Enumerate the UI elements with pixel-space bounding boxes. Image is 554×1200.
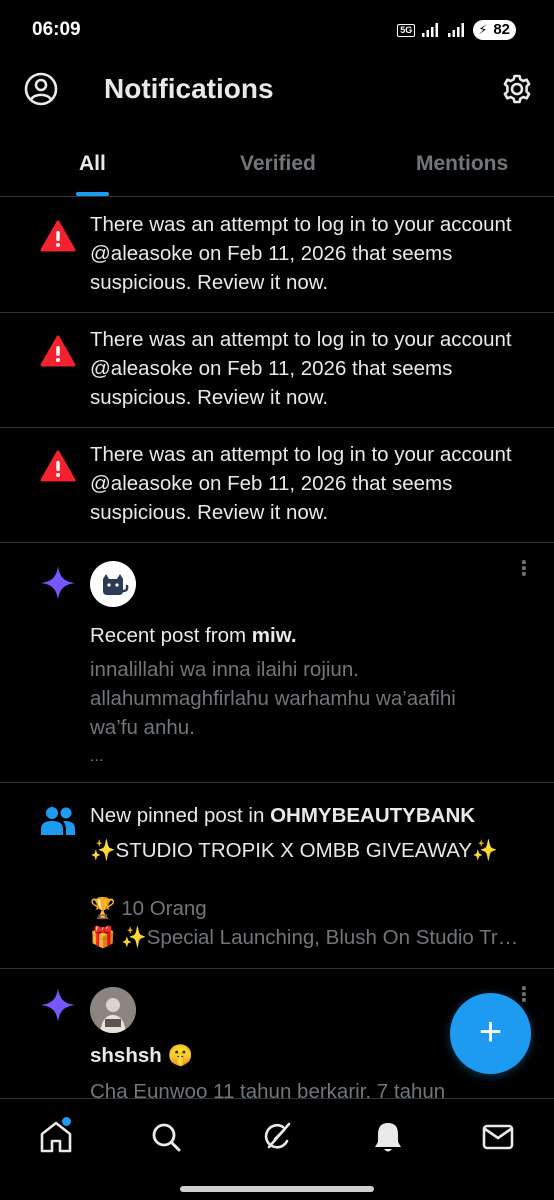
pinned-post-line: 🏆 10 Orang [90,897,207,920]
warning-icon [40,220,76,252]
warning-icon [40,450,76,482]
recent-post-title: Recent post from miw. [90,621,524,650]
notifications-header: Notifications [0,60,554,120]
signal-icon [422,23,439,37]
pinned-post-notification[interactable]: New pinned post in OHMYBEAUTYBANK ✨STUDI… [0,783,554,969]
nav-messages[interactable] [480,1119,516,1155]
pinned-post-prefix: New pinned post in [90,804,271,827]
tab-all[interactable]: All [79,152,106,176]
pinned-post-line: ✨STUDIO TROPIK X OMBB GIVEAWAY✨ [90,839,498,862]
tab-mentions[interactable]: Mentions [416,152,508,176]
community-name: OHMYBEAUTYBANK [270,804,476,827]
nav-search[interactable] [148,1119,184,1155]
nav-grok[interactable] [259,1119,295,1155]
home-unread-dot [62,1117,71,1126]
status-bar: 06:09 5G ⚡ 82 [0,0,554,60]
recent-post-author: miw. [251,624,297,647]
avatar[interactable] [90,987,136,1033]
recent-post-prefix: Recent post from [90,624,252,647]
post-preview-line: wa’fu anhu. [90,716,195,739]
nav-notifications[interactable] [370,1119,406,1155]
security-alert-notification[interactable]: There was an attempt to log in to your a… [0,428,554,543]
alert-text: There was an attempt to log in to your a… [90,213,512,294]
page-title: Notifications [104,73,274,104]
cat-avatar-icon [103,574,129,595]
pinned-post-line: 🎁 ✨Special Launching, Blush On Studio Tr… [90,926,524,949]
grok-icon [264,1122,291,1149]
photo-avatar-icon [90,987,136,1033]
notifications-feed[interactable]: There was an attempt to log in to your a… [0,198,554,1109]
signal-icon-2 [448,23,465,37]
status-time: 06:09 [32,19,81,40]
profile-icon [24,72,58,106]
tab-verified[interactable]: Verified [240,152,316,176]
warning-icon [40,335,76,367]
plus-icon: + [478,1010,503,1054]
battery-level: 82 [493,21,510,38]
sparkle-icon [41,988,75,1022]
settings-button[interactable] [498,70,536,108]
notification-tabs: All Verified Mentions [0,130,554,197]
alert-text: There was an attempt to log in to your a… [90,443,512,524]
active-tab-indicator [76,192,109,196]
bottom-navigation [0,1098,554,1178]
community-icon [41,807,75,835]
pinned-post-title: New pinned post in OHMYBEAUTYBANK [90,801,524,830]
bell-icon [375,1123,401,1152]
avatar[interactable] [90,561,136,607]
mail-icon [482,1124,514,1150]
post-preview-line: innalillahi wa inna ilaihi rojiun. [90,658,359,681]
recent-post-notification[interactable]: ⋮ Recent post from miw. innalillahi wa i… [0,543,554,783]
status-indicators: 5G ⚡ 82 [397,20,516,40]
alert-text: There was an attempt to log in to your a… [90,328,512,409]
post-preview-line: ... [90,748,104,765]
security-alert-notification[interactable]: There was an attempt to log in to your a… [0,313,554,428]
network-type-badge: 5G [397,23,416,37]
profile-button[interactable] [22,70,60,108]
security-alert-notification[interactable]: There was an attempt to log in to your a… [0,198,554,313]
gesture-home-bar[interactable] [180,1186,374,1192]
charging-icon: ⚡ [478,22,488,37]
battery-indicator: ⚡ 82 [473,20,516,40]
gear-icon [503,74,531,104]
compose-button[interactable]: + [450,993,531,1074]
search-icon [152,1123,181,1152]
post-preview-line: allahummaghfirlahu warhamhu wa’aafihi [90,687,456,710]
sparkle-icon [41,566,75,600]
more-options-button[interactable]: ⋮ [514,559,534,583]
